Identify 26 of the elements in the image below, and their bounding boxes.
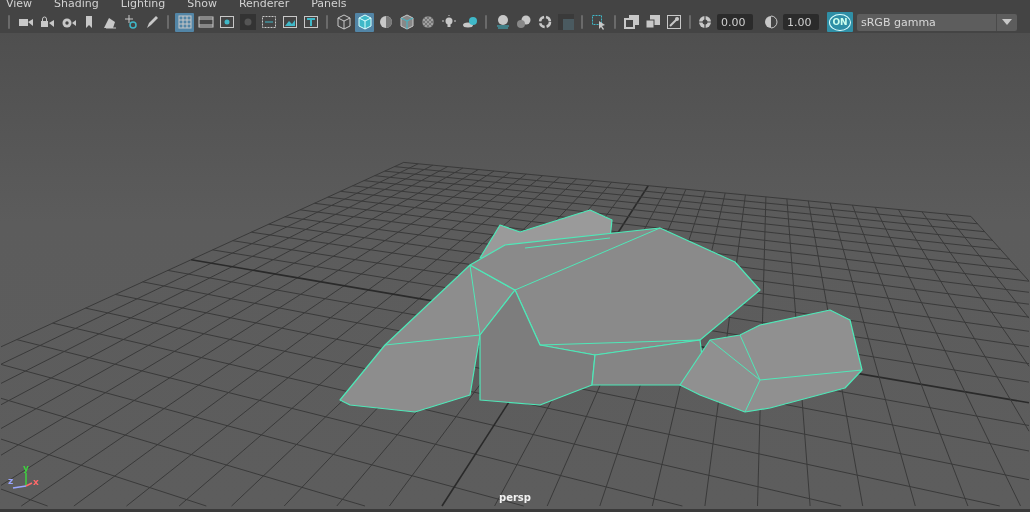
grid-icon: [176, 14, 193, 30]
axis-label: z: [8, 476, 14, 486]
film-gate-icon: [197, 14, 214, 30]
toolbar-button[interactable]: [175, 12, 194, 32]
color-management-toggle[interactable]: ON: [827, 12, 853, 32]
isolate-squares-icon: [623, 14, 640, 30]
toolbar-button[interactable]: [622, 12, 641, 32]
overlap-squares-icon: [644, 14, 661, 30]
shaded-cube-icon: [356, 14, 373, 30]
light-bulb-icon: [440, 14, 457, 30]
axis-label: x: [33, 477, 39, 487]
toolbar-button[interactable]: [355, 12, 374, 32]
wireframe-cube-icon: [335, 14, 352, 30]
shadow-sphere-icon: [461, 14, 478, 30]
axis-indicator-icon: [12, 472, 33, 489]
exposure-field[interactable]: 0.00: [717, 14, 753, 30]
selection-cursor-icon: [590, 14, 607, 30]
ring-icon: [536, 14, 553, 30]
toolbar-button[interactable]: [334, 12, 353, 32]
resolution-gate-icon: [218, 14, 235, 30]
checker-sphere-icon: [419, 14, 436, 30]
gamma-field[interactable]: 1.00: [783, 14, 819, 30]
camera-name: persp: [499, 492, 531, 503]
axis-label: y: [23, 463, 29, 473]
view-transform-dropdown[interactable]: sRGB gamma: [857, 13, 1017, 31]
locked-camera-icon: [38, 14, 55, 30]
